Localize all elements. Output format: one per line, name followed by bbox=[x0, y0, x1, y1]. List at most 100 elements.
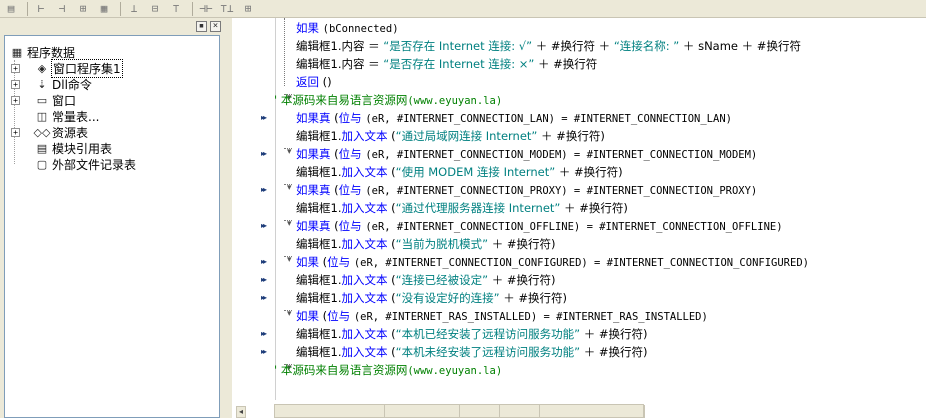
distribute-v-icon[interactable]: ▦ bbox=[95, 1, 113, 17]
code-editor[interactable]: ▾ ▾ ▾ ▾ ▾ ▾ ▾ 如果 (bConnected) 编辑框1.内容 ＝ “是否存在 In… bbox=[232, 18, 926, 418]
code-line[interactable]: ▸▸ 如果 (位与 (eR, #INTERNET_CONNECTION_CONFI… bbox=[232, 253, 926, 271]
splitter[interactable] bbox=[224, 18, 232, 418]
align-left-icon[interactable]: ▤ bbox=[2, 1, 20, 17]
tree-item-label: 常量表... bbox=[52, 109, 100, 124]
code-token: (www.eyuyan.la) bbox=[407, 365, 503, 377]
breakpoint-arrow-icon[interactable]: ▸▸ bbox=[261, 217, 267, 235]
tree-node-icon: ▦ bbox=[11, 45, 23, 59]
code-line[interactable]: 编辑框1.加入文本 (“当前为脱机模式” ＋ #换行符) bbox=[232, 235, 926, 253]
code-line[interactable]: ▸▸ 编辑框1.加入文本 (“没有设定好的连接” ＋ #换行符) bbox=[232, 289, 926, 307]
code-line[interactable]: ▸▸ 如果真 (位与 (eR, #INTERNET_CONNECTION_PROX… bbox=[232, 181, 926, 199]
expand-icon[interactable]: + bbox=[11, 127, 20, 137]
code-line[interactable]: 如果 (位与 (eR, #INTERNET_RAS_INSTALLED) = #… bbox=[232, 307, 926, 325]
code-token: (www.eyuyan.la) bbox=[407, 95, 503, 107]
code-line[interactable]: 编辑框1.内容 ＝ “是否存在 Internet 连接: √” ＋ #换行符 ＋… bbox=[232, 37, 926, 55]
header-col[interactable] bbox=[500, 405, 540, 418]
code-token: ' 本源码来自易语言资源网 bbox=[274, 363, 408, 377]
code-token: 如果真 bbox=[296, 111, 335, 125]
header-col[interactable] bbox=[460, 405, 500, 418]
breakpoint-arrow-icon[interactable]: ▸▸ bbox=[261, 289, 267, 307]
code-token: 编辑框1. bbox=[296, 165, 342, 179]
expand-icon[interactable]: + bbox=[11, 95, 20, 105]
code-token: (eR, #INTERNET_CONNECTION_MODEM) = #INTE… bbox=[365, 149, 758, 161]
code-line[interactable]: 编辑框1.内容 ＝ “是否存在 Internet 连接: ×” ＋ #换行符 bbox=[232, 55, 926, 73]
code-token: 位与 bbox=[338, 147, 366, 161]
code-token: 内容 bbox=[341, 57, 365, 71]
code-text: 如果真 (位与 (eR, #INTERNET_CONNECTION_PROXY)… bbox=[296, 181, 757, 200]
code-token: () bbox=[322, 75, 332, 89]
code-token: “没有设定好的连接” bbox=[395, 291, 500, 305]
distribute-h-icon[interactable]: ⊞ bbox=[74, 1, 92, 17]
align-right-icon[interactable]: ⊣ bbox=[53, 1, 71, 17]
code-text: 编辑框1.加入文本 (“本机未经安装了远程访问服务功能” ＋ #换行符) bbox=[296, 343, 648, 361]
code-line[interactable]: ▸▸ 编辑框1.加入文本 (“连接已经被设定” ＋ #换行符) bbox=[232, 271, 926, 289]
tree-node-icon: ▤ bbox=[36, 141, 48, 155]
code-text: 编辑框1.加入文本 (“通过代理服务器连接 Internet” ＋ #换行符) bbox=[296, 199, 628, 217]
code-line[interactable]: 如果 (bConnected) bbox=[232, 19, 926, 37]
code-token: 加入文本 bbox=[341, 165, 392, 179]
code-line[interactable]: ' 本源码来自易语言资源网(www.eyuyan.la) bbox=[232, 361, 926, 379]
code-token: ＋ #换行符 bbox=[534, 57, 598, 71]
code-line[interactable]: ▸▸ 如果真 (位与 (eR, #INTERNET_CONNECTION_MODE… bbox=[232, 145, 926, 163]
breakpoint-arrow-icon[interactable]: ▸▸ bbox=[261, 145, 267, 163]
tree-item[interactable]: + ⇣ Dll命令 bbox=[11, 76, 92, 92]
code-line[interactable]: 编辑框1.加入文本 (“通过代理服务器连接 Internet” ＋ #换行符) bbox=[232, 199, 926, 217]
code-line[interactable]: ▸▸ 如果真 (位与 (eR, #INTERNET_CONNECTION_OFFL… bbox=[232, 217, 926, 235]
breakpoint-arrow-icon[interactable]: ▸▸ bbox=[261, 253, 267, 271]
code-token: ＋ #换行符 ＋ bbox=[532, 39, 614, 53]
code-text: 如果 (位与 (eR, #INTERNET_CONNECTION_CONFIGU… bbox=[296, 253, 809, 272]
breakpoint-arrow-icon[interactable]: ▸▸ bbox=[261, 181, 267, 199]
scroll-left-icon[interactable]: ◂ bbox=[236, 406, 246, 418]
code-line[interactable]: 编辑框1.加入文本 (“使用 MODEM 连接 Internet” ＋ #换行符… bbox=[232, 163, 926, 181]
table-header bbox=[274, 404, 645, 418]
header-col[interactable] bbox=[540, 405, 645, 418]
panel-header: ▪ × bbox=[0, 18, 224, 34]
code-token: “本机已经安装了远程访问服务功能” bbox=[395, 327, 581, 341]
code-line[interactable]: ' 本源码来自易语言资源网(www.eyuyan.la) bbox=[232, 91, 926, 109]
tree-item[interactable]: ◫ 常量表... bbox=[11, 108, 100, 124]
code-line[interactable]: 编辑框1.加入文本 (“通过局域网连接 Internet” ＋ #换行符) bbox=[232, 127, 926, 145]
tree-item[interactable]: ▦ 程序数据 bbox=[9, 44, 75, 60]
code-token: ＋ #换行符) bbox=[537, 129, 605, 143]
code-token: (eR, #INTERNET_CONNECTION_CONFIGURED) = … bbox=[353, 257, 809, 269]
breakpoint-arrow-icon[interactable]: ▸▸ bbox=[261, 109, 267, 127]
code-token: 加入文本 bbox=[341, 291, 392, 305]
tree-item[interactable]: ▤ 模块引用表 bbox=[11, 140, 112, 156]
align-top-icon[interactable]: ⊥ bbox=[125, 1, 143, 17]
tree-item-label: 资源表 bbox=[52, 125, 89, 140]
align-middle-icon[interactable]: ⊟ bbox=[146, 1, 164, 17]
header-col[interactable] bbox=[275, 405, 385, 418]
align-center-icon[interactable]: ⊢ bbox=[32, 1, 50, 17]
same-width-icon[interactable]: ⊣⊢ bbox=[197, 1, 215, 17]
tree-node-icon: ▢ bbox=[36, 157, 48, 171]
close-icon[interactable]: × bbox=[210, 21, 221, 32]
code-token: ＋ #换行符) bbox=[555, 165, 623, 179]
code-token: 编辑框1. bbox=[296, 201, 342, 215]
code-token: ＋ #换行符) bbox=[580, 327, 648, 341]
project-tree[interactable]: ▦ 程序数据 + ◈ 窗口程序集1 + ⇣ Dll命令 + ▭ 窗口 ◫ 常量表... + ◇◇ 资源表 ▤ 模块… bbox=[4, 35, 220, 418]
breakpoint-arrow-icon[interactable]: ▸▸ bbox=[261, 271, 267, 289]
breakpoint-arrow-icon[interactable]: ▸▸ bbox=[261, 325, 267, 343]
align-bottom-icon[interactable]: ⊤ bbox=[167, 1, 185, 17]
code-text: 编辑框1.加入文本 (“连接已经被设定” ＋ #换行符) bbox=[296, 271, 556, 289]
code-token: 编辑框1. bbox=[296, 291, 342, 305]
expand-icon[interactable]: + bbox=[11, 79, 20, 89]
code-token: “是否存在 Internet 连接: ×” bbox=[383, 57, 535, 71]
header-col[interactable] bbox=[385, 405, 460, 418]
tree-item[interactable]: + ◇◇ 资源表 bbox=[11, 124, 88, 140]
code-token: ＋ #换行符) bbox=[560, 201, 628, 215]
tree-item[interactable]: + ◈ 窗口程序集1 bbox=[11, 58, 123, 78]
same-size-icon[interactable]: ⊞ bbox=[239, 1, 257, 17]
code-line[interactable]: ▸▸ 编辑框1.加入文本 (“本机已经安装了远程访问服务功能” ＋ #换行符) bbox=[232, 325, 926, 343]
code-line[interactable]: 返回 () bbox=[232, 73, 926, 91]
code-text: ' 本源码来自易语言资源网(www.eyuyan.la) bbox=[274, 91, 502, 110]
expand-icon[interactable]: + bbox=[11, 63, 20, 73]
code-token: “本机未经安装了远程访问服务功能” bbox=[395, 345, 581, 359]
pin-icon[interactable]: ▪ bbox=[196, 21, 207, 32]
same-height-icon[interactable]: ⊤⊥ bbox=[218, 1, 236, 17]
breakpoint-arrow-icon[interactable]: ▸▸ bbox=[261, 343, 267, 361]
code-line[interactable]: ▸▸ 如果真 (位与 (eR, #INTERNET_CONNECTION_LAN)… bbox=[232, 109, 926, 127]
code-line[interactable]: ▸▸ 编辑框1.加入文本 (“本机未经安装了远程访问服务功能” ＋ #换行符) bbox=[232, 343, 926, 361]
tree-item[interactable]: + ▭ 窗口 bbox=[11, 92, 76, 108]
tree-item[interactable]: ▢ 外部文件记录表 bbox=[11, 156, 136, 172]
